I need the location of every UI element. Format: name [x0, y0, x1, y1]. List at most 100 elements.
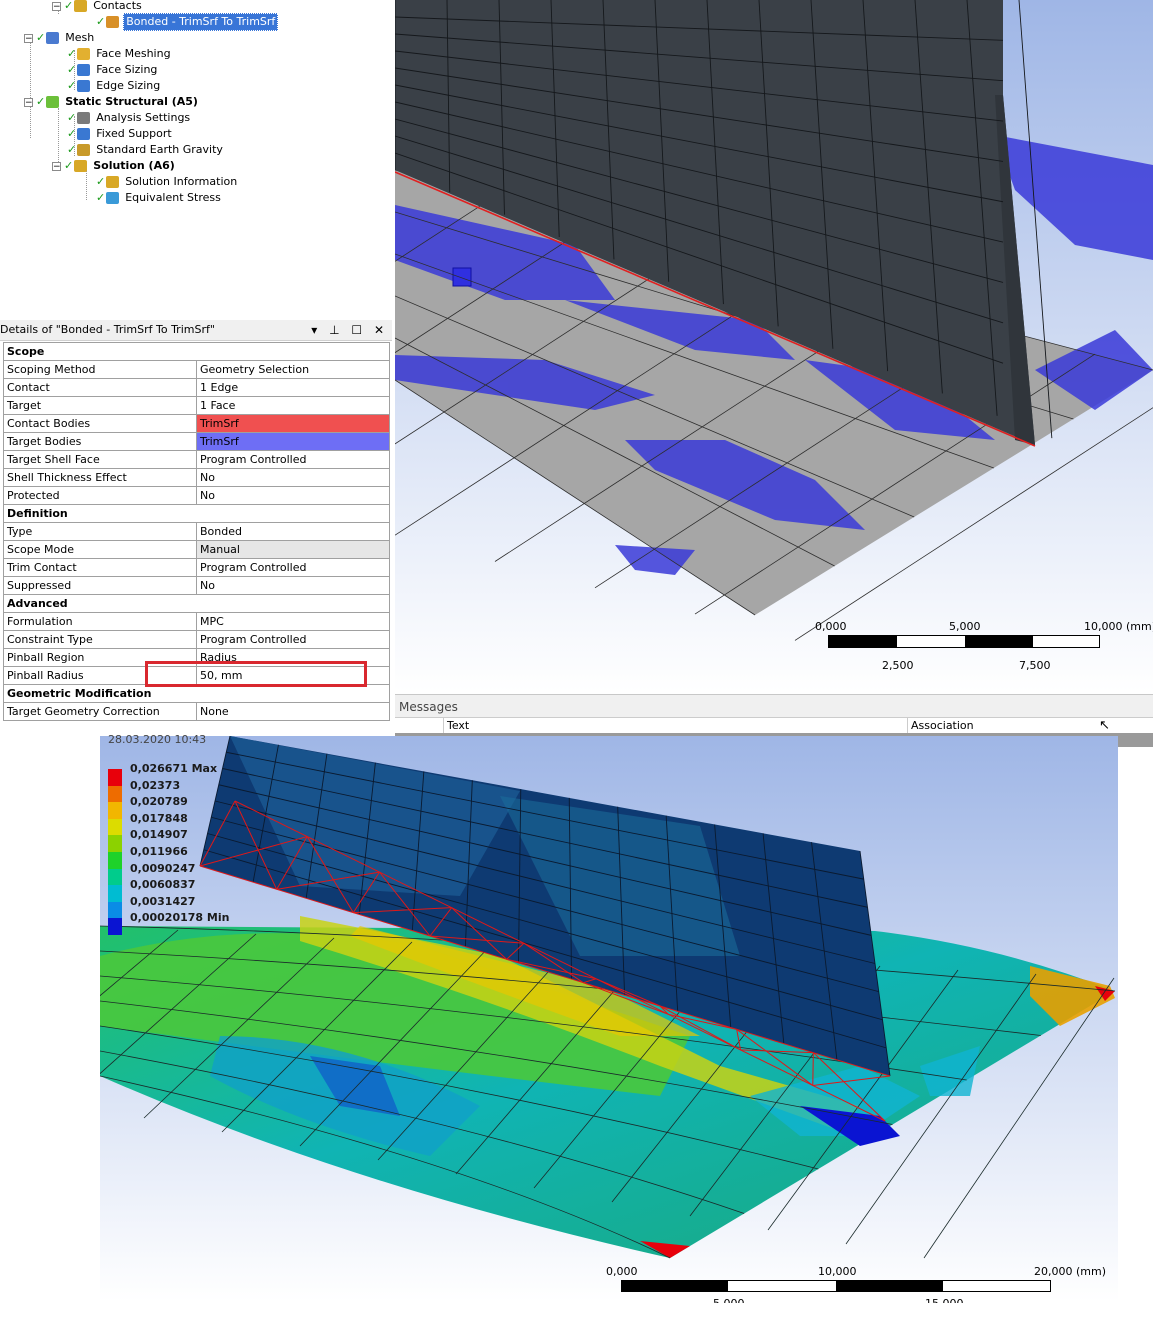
tree-node[interactable]: − ✓ Contacts: [52, 0, 144, 14]
tree-node-label: Solution Information: [125, 175, 238, 188]
details-row[interactable]: Contact 1 Edge: [3, 378, 390, 397]
details-title: Details of "Bonded - TrimSrf To TrimSrf": [0, 323, 215, 336]
details-section[interactable]: Advanced: [3, 594, 390, 613]
messages-title: Messages: [399, 700, 458, 714]
details-row[interactable]: Target 1 Face: [3, 396, 390, 415]
graphics-viewport-top[interactable]: [395, 0, 1153, 692]
gravity-icon: [77, 144, 91, 156]
legend-swatch: [108, 901, 122, 919]
property-value[interactable]: Program Controlled: [196, 558, 390, 577]
details-row[interactable]: Trim Contact Program Controlled: [3, 558, 390, 577]
scale-label: 10,000: [818, 1265, 857, 1278]
tree-node[interactable]: ✓ Fixed Support: [67, 126, 174, 142]
status-check-icon: ✓: [36, 31, 46, 44]
mesh-line: [812, 1052, 814, 1086]
property-value[interactable]: No: [196, 468, 390, 487]
details-section[interactable]: Geometric Modification: [3, 684, 390, 703]
tree-node-label: Face Meshing: [96, 47, 171, 60]
property-value[interactable]: Program Controlled: [196, 630, 390, 649]
tree-node-label: Edge Sizing: [96, 79, 161, 92]
column-association[interactable]: Association: [911, 719, 974, 732]
mouse-cursor-icon: ↖: [1099, 718, 1110, 733]
details-section[interactable]: Scope: [3, 342, 390, 361]
tree-node[interactable]: ✓ Equivalent Stress: [96, 190, 223, 206]
details-row[interactable]: Contact Bodies TrimSrf: [3, 414, 390, 433]
stress-result-view: [100, 736, 1118, 1302]
property-value[interactable]: Geometry Selection: [196, 360, 390, 379]
tree-node[interactable]: ✓ Edge Sizing: [67, 78, 162, 94]
details-row[interactable]: Target Shell Face Program Controlled: [3, 450, 390, 469]
details-row[interactable]: Target Bodies TrimSrf: [3, 432, 390, 451]
details-row[interactable]: Target Geometry Correction None: [3, 702, 390, 721]
details-row[interactable]: Suppressed No: [3, 576, 390, 595]
property-value[interactable]: TrimSrf: [196, 432, 390, 451]
close-icon[interactable]: ✕: [374, 323, 388, 337]
legend-value: 0,0090247: [130, 861, 196, 875]
scale-label: 15,000: [925, 1297, 964, 1303]
details-row[interactable]: Type Bonded: [3, 522, 390, 541]
property-value[interactable]: Program Controlled: [196, 450, 390, 469]
legend-swatch: [108, 918, 122, 935]
tree-node[interactable]: − ✓ Mesh: [24, 30, 96, 46]
tree-node[interactable]: − ✓ Solution (A6): [52, 158, 177, 174]
mesh-icon: [46, 32, 60, 44]
graphics-viewport-bottom[interactable]: [100, 736, 1118, 1302]
details-section[interactable]: Definition: [3, 504, 390, 523]
property-name: Target Shell Face: [3, 450, 197, 469]
tree-node[interactable]: ✓ Solution Information: [96, 174, 239, 190]
legend-value: 0,02373: [130, 778, 181, 792]
details-row[interactable]: Shell Thickness Effect No: [3, 468, 390, 487]
status-check-icon: ✓: [64, 0, 74, 12]
pin-icon[interactable]: ⊥: [329, 323, 343, 337]
property-name: Protected: [3, 486, 197, 505]
collapse-icon[interactable]: −: [52, 161, 61, 171]
property-value[interactable]: 1 Face: [196, 396, 390, 415]
tree-node-label: Face Sizing: [96, 63, 158, 76]
details-row[interactable]: Scope Mode Manual: [3, 540, 390, 559]
tree-node[interactable]: ✓ Face Meshing: [67, 46, 173, 62]
collapse-icon[interactable]: −: [24, 97, 33, 107]
project-tree: − ✓ Contacts ✓ Bonded - TrimSrf To TrimSrf − ✓…: [0, 0, 390, 318]
tree-node[interactable]: ✓ Face Sizing: [67, 62, 159, 78]
collapse-icon[interactable]: −: [24, 33, 33, 43]
face-meshing-icon: [77, 48, 91, 60]
tree-node[interactable]: − ✓ Static Structural (A5): [24, 94, 200, 110]
column-text[interactable]: Text: [447, 719, 469, 732]
solution-information-icon: [106, 176, 120, 188]
property-value[interactable]: Bonded: [196, 522, 390, 541]
tree-node[interactable]: ✓ Bonded - TrimSrf To TrimSrf: [96, 13, 279, 31]
property-name: Trim Contact: [3, 558, 197, 577]
property-name: Target Geometry Correction: [3, 702, 197, 721]
status-check-icon: ✓: [67, 79, 77, 92]
details-row[interactable]: Formulation MPC: [3, 612, 390, 631]
details-row[interactable]: Protected No: [3, 486, 390, 505]
collapse-icon[interactable]: −: [52, 1, 61, 11]
details-row[interactable]: Scoping Method Geometry Selection: [3, 360, 390, 379]
legend-value: 0,00020178 Min: [130, 911, 230, 925]
section-title: Geometric Modification: [3, 684, 390, 703]
legend-value: 0,014907: [130, 828, 188, 842]
property-name: Scope Mode: [3, 540, 197, 559]
property-value[interactable]: TrimSrf: [196, 414, 390, 433]
property-name: Type: [3, 522, 197, 541]
property-value[interactable]: No: [196, 576, 390, 595]
tree-node[interactable]: ✓ Standard Earth Gravity: [67, 142, 225, 158]
property-value[interactable]: No: [196, 486, 390, 505]
section-title: Definition: [3, 504, 390, 523]
legend-value: 0,0060837: [130, 878, 196, 892]
details-row[interactable]: Constraint Type Program Controlled: [3, 630, 390, 649]
scale-label: 20,000 (mm): [1034, 1265, 1106, 1278]
scale-label: 5,000: [713, 1297, 745, 1303]
legend-swatch: [108, 818, 122, 836]
property-value[interactable]: Manual: [196, 540, 390, 559]
property-value[interactable]: None: [196, 702, 390, 721]
panel-controls[interactable]: ▾ ⊥ ☐ ✕: [311, 320, 388, 340]
legend-value: 0,020789: [130, 795, 188, 809]
maximize-icon[interactable]: ☐: [351, 323, 366, 337]
tree-node-label: Analysis Settings: [96, 111, 191, 124]
property-name: Suppressed: [3, 576, 197, 595]
property-name: Target Bodies: [3, 432, 197, 451]
property-value[interactable]: MPC: [196, 612, 390, 631]
property-value[interactable]: 1 Edge: [196, 378, 390, 397]
tree-node[interactable]: ✓ Analysis Settings: [67, 110, 192, 126]
